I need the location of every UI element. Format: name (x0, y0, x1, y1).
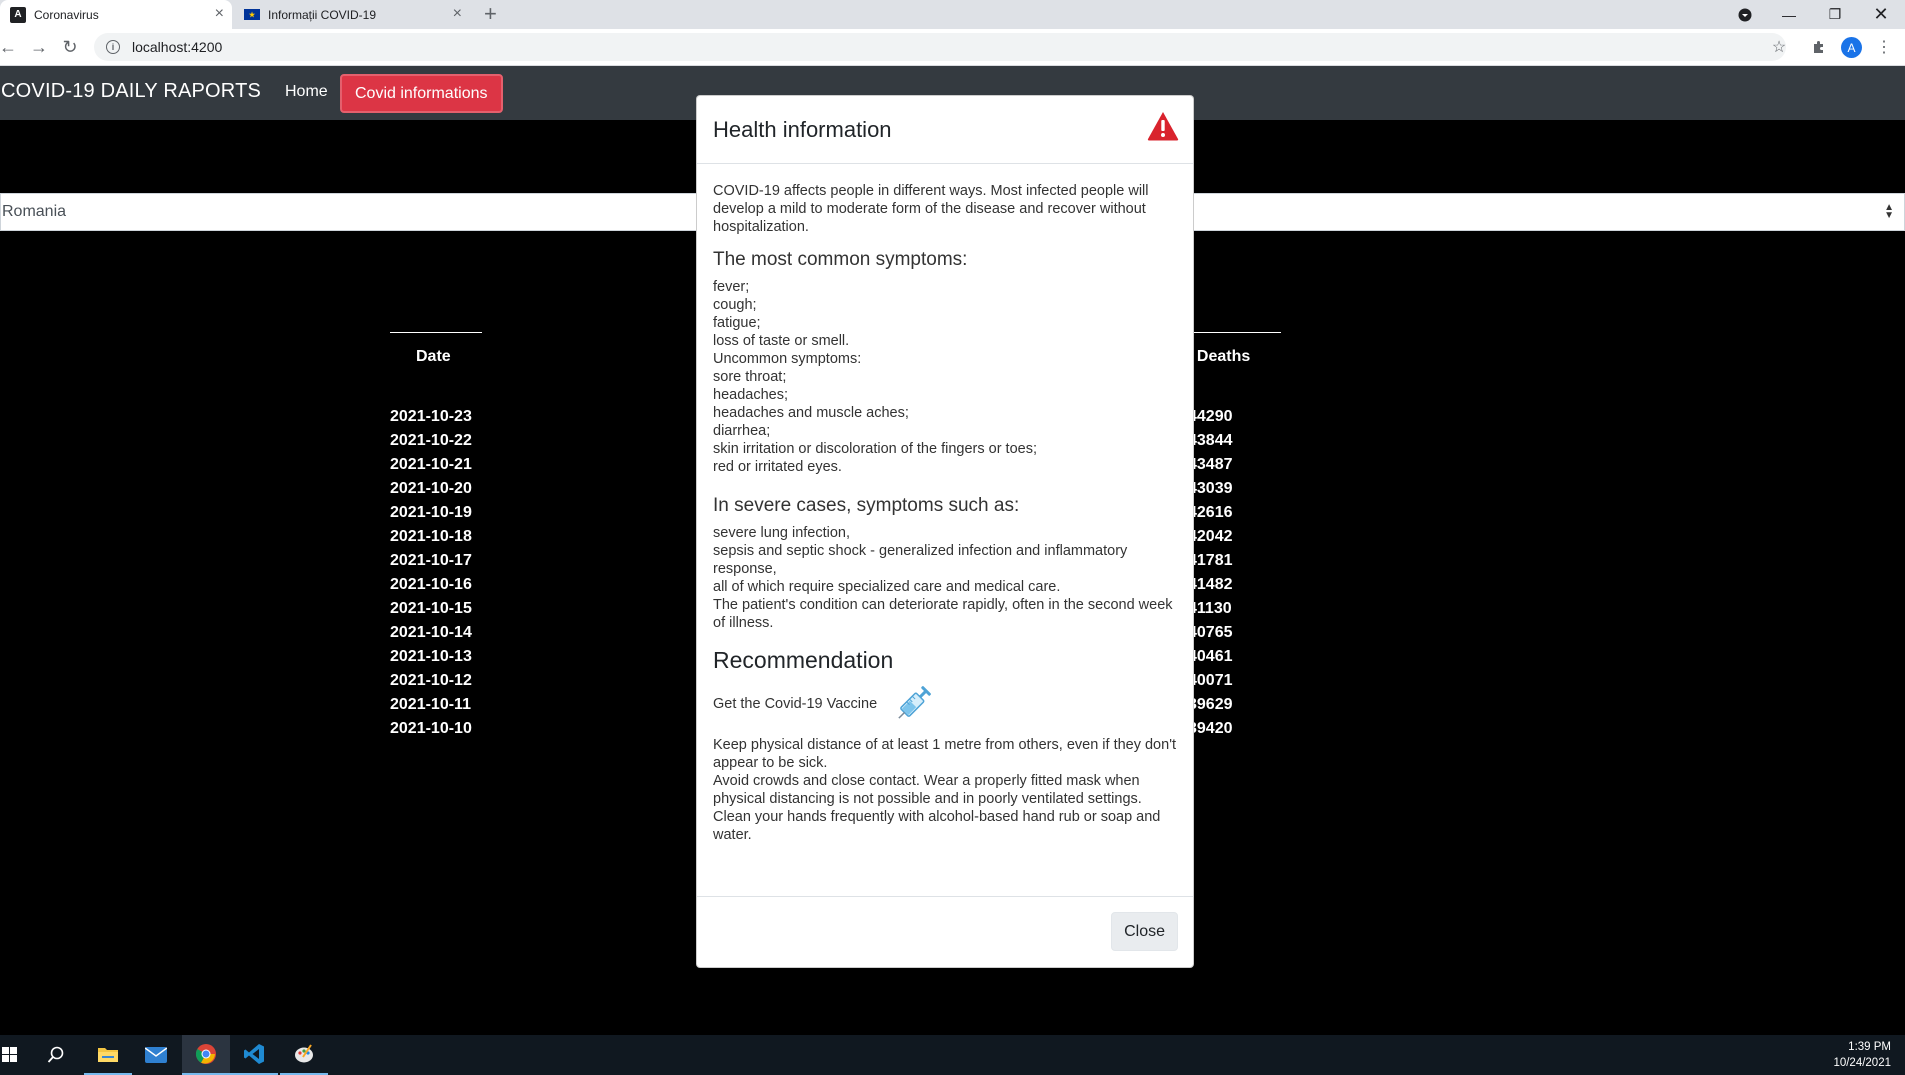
symptom-item: diarrhea; (713, 423, 771, 439)
chrome-icon[interactable] (182, 1035, 230, 1075)
tab-informatii[interactable]: ★ Informații COVID-19 × (234, 0, 470, 29)
warning-icon (1147, 112, 1179, 141)
symptom-item: headaches; (713, 387, 788, 403)
close-window-icon[interactable]: ✕ (1858, 0, 1904, 29)
common-symptoms-heading: The most common symptoms: (713, 249, 968, 270)
new-tab-icon[interactable]: + (484, 2, 497, 26)
extensions-icon[interactable] (1809, 37, 1829, 57)
symptom-item: Uncommon symptoms: (713, 351, 862, 367)
mail-icon[interactable] (132, 1035, 180, 1075)
back-icon[interactable]: ← (0, 35, 20, 59)
advice-list: Keep physical distance of at least 1 met… (713, 736, 1183, 844)
recommendation-heading: Recommendation (713, 647, 894, 673)
advice-item: Keep physical distance of at least 1 met… (713, 737, 1176, 771)
reload-icon[interactable]: ↻ (58, 35, 82, 59)
vscode-icon[interactable] (230, 1035, 278, 1075)
symptom-item: fever; (713, 279, 750, 295)
browser-tabstrip: A Coronavirus × ★ Informații COVID-19 × … (0, 0, 1905, 29)
severe-item: severe lung infection, (713, 525, 851, 541)
modal-body: COVID-19 affects people in different way… (713, 182, 1183, 844)
site-info-icon[interactable]: i (106, 40, 120, 54)
close-button[interactable]: Close (1111, 912, 1178, 951)
url-text: localhost:4200 (132, 39, 223, 55)
symptom-item: fatigue; (713, 315, 761, 331)
severe-symptoms-heading: In severe cases, symptoms such as: (713, 495, 1020, 516)
paint-icon[interactable] (280, 1035, 328, 1075)
severe-item: all of which require specialized care an… (713, 579, 1061, 595)
profile-avatar[interactable]: A (1841, 37, 1862, 58)
browser-toolbar: ← → ↻ i localhost:4200 ☆ A ⋮ (0, 29, 1905, 66)
close-tab-icon[interactable]: × (453, 6, 462, 22)
vaccine-text: Get the Covid-19 Vaccine (713, 696, 878, 712)
symptom-item: loss of taste or smell. (713, 333, 850, 349)
severe-list: severe lung infection, sepsis and septic … (713, 524, 1183, 632)
system-clock[interactable]: 1:39 PM 10/24/2021 (1833, 1039, 1891, 1071)
health-information-modal: Health information COVID-19 affects peop… (696, 95, 1194, 968)
minimize-icon[interactable]: — (1766, 0, 1812, 29)
angular-icon: A (10, 6, 26, 23)
start-icon[interactable] (0, 1035, 34, 1075)
bookmark-star-icon[interactable]: ☆ (1769, 37, 1789, 57)
symptom-item: red or irritated eyes. (713, 459, 842, 475)
address-bar[interactable]: i localhost:4200 (94, 33, 1786, 61)
clock-time: 1:39 PM (1848, 1041, 1891, 1053)
eu-flag-icon: ★ (244, 9, 260, 20)
syringe-icon (898, 686, 932, 719)
severe-item: sepsis and septic shock - generalized in… (713, 543, 1128, 577)
intro-text: COVID-19 affects people in different way… (713, 183, 1149, 235)
modal-title: Health information (713, 117, 892, 142)
modal-footer: Close (697, 896, 1193, 967)
restore-icon[interactable]: ❐ (1812, 0, 1858, 29)
symptom-item: skin irritation or discoloration of the … (713, 441, 1037, 457)
forward-icon[interactable]: → (27, 35, 51, 59)
file-explorer-icon[interactable] (84, 1035, 132, 1075)
tab-title: Informații COVID-19 (268, 7, 377, 22)
menu-kebab-icon[interactable]: ⋮ (1874, 37, 1894, 57)
modal-header: Health information (697, 96, 1193, 164)
clock-date: 10/24/2021 (1833, 1057, 1891, 1069)
tab-coronavirus[interactable]: A Coronavirus × (0, 0, 232, 29)
advice-item: Avoid crowds and close contact. Wear a p… (713, 773, 1142, 807)
advice-item: Clean your hands frequently with alcohol… (713, 809, 1161, 843)
symptom-list: fever; cough; fatigue; loss of taste or sme… (713, 278, 1183, 476)
symptom-item: headaches and muscle aches; (713, 405, 909, 421)
symptom-item: cough; (713, 297, 757, 313)
tab-title: Coronavirus (34, 7, 99, 22)
close-tab-icon[interactable]: × (215, 6, 224, 22)
tab-search-icon[interactable] (1722, 0, 1768, 29)
severe-item: The patient's condition can deteriorate … (713, 597, 1173, 631)
vaccine-row: Get the Covid-19 Vaccine (713, 684, 1183, 724)
symptom-item: sore throat; (713, 369, 787, 385)
search-icon[interactable] (32, 1035, 80, 1075)
windows-taskbar: 1:39 PM 10/24/2021 (0, 1035, 1905, 1075)
